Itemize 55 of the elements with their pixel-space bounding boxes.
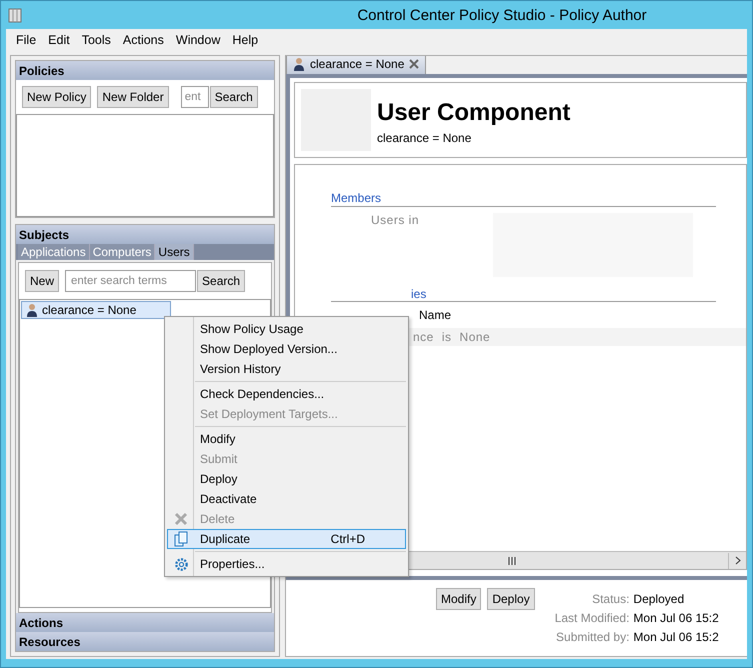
section-heading: Members (331, 191, 716, 207)
footer-button[interactable]: Deploy (487, 588, 535, 610)
component-title: User Component (377, 99, 570, 127)
menu-item[interactable]: Help (226, 33, 264, 47)
property-cell: is (442, 330, 452, 344)
section-header: Policies (16, 61, 274, 80)
grip-icon (508, 556, 516, 564)
window-title: Control Center Policy Studio - Policy Author (356, 6, 648, 24)
new-button[interactable]: New (25, 270, 60, 292)
info-value: Mon Jul 06 15:2 (633, 630, 719, 644)
menu-item[interactable]: Actions (116, 33, 170, 47)
search-field[interactable]: ent (180, 86, 209, 108)
user-icon (26, 303, 38, 317)
info-label: Submitted by: (555, 630, 630, 644)
search-button[interactable]: Search (210, 86, 258, 108)
menu-item[interactable]: Tools (76, 33, 117, 47)
toolbar-button[interactable]: New Policy (22, 86, 92, 108)
menu-option[interactable]: Properties... (167, 554, 406, 574)
menu-option[interactable]: Deploy (167, 469, 406, 489)
section-header[interactable]: Actions (16, 613, 274, 632)
column-header: Name (419, 308, 452, 322)
search-field[interactable]: enter search terms (65, 270, 196, 292)
menu-option[interactable]: Modify (167, 429, 406, 449)
menu-item[interactable]: Edit (42, 33, 76, 47)
app-icon (8, 7, 22, 23)
section-header[interactable]: Resources (16, 632, 274, 651)
menu-option[interactable]: Check Dependencies... (167, 384, 406, 404)
menu-item[interactable]: Window (170, 33, 226, 47)
delete-icon (174, 512, 188, 526)
copy-icon (174, 531, 188, 547)
search-button[interactable]: Search (197, 270, 246, 292)
info-label: Status: (591, 592, 630, 606)
close-icon[interactable] (409, 59, 420, 69)
section-heading: ies (331, 287, 716, 302)
editor-tab[interactable]: clearance = None (286, 56, 426, 74)
menu-item[interactable]: File (10, 33, 42, 47)
info-value: Deployed (633, 592, 686, 606)
menu-option[interactable]: Deactivate (167, 489, 406, 509)
info-label: Last Modified: (554, 611, 630, 625)
section-header: Subjects (16, 225, 274, 244)
info-value: Mon Jul 06 15:2 (633, 611, 719, 625)
component-subtitle: clearance = None (377, 131, 472, 145)
property-cell: None (460, 330, 490, 344)
menu-option[interactable]: Show Policy Usage (167, 319, 406, 339)
subject-item[interactable]: clearance = None (21, 301, 171, 319)
user-icon (293, 57, 305, 71)
property-cell: nce (413, 330, 434, 344)
footer-button[interactable]: Modify (436, 588, 482, 610)
menu-option[interactable]: Version History (167, 359, 406, 379)
menu-option[interactable]: Duplicate Ctrl+D (167, 529, 406, 549)
menu-option[interactable]: Show Deployed Version... (167, 339, 406, 359)
subject-tab[interactable]: Users (155, 244, 194, 260)
toolbar-button[interactable]: New Folder (97, 86, 169, 108)
field-label: Users in (371, 213, 420, 229)
settings-icon (174, 556, 188, 572)
